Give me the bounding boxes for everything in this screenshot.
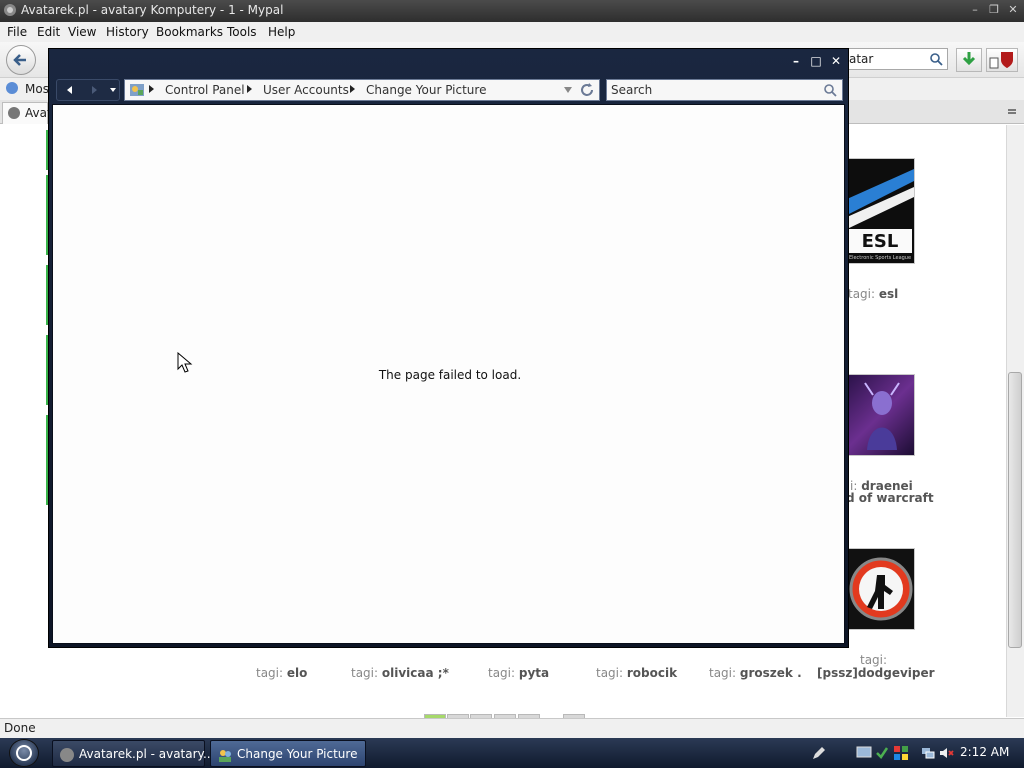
security-icon[interactable] — [893, 745, 909, 761]
magnifier-icon[interactable] — [929, 52, 943, 66]
menu-bar: File Edit View History Bookmarks Tools H… — [0, 22, 1024, 42]
explorer-back-icon[interactable] — [65, 85, 75, 95]
status-bar: Done — [0, 718, 1024, 738]
start-orb-icon — [16, 745, 32, 761]
esl-logo-subtext: Electronic Sports League — [849, 255, 911, 261]
search-bar-text: atar — [849, 52, 874, 66]
breadcrumb-separator-icon[interactable] — [247, 85, 252, 93]
breadcrumb-control-panel[interactable]: Control Panel — [165, 83, 245, 97]
tag-label-esl: tagi: esl — [848, 287, 899, 301]
breadcrumb-separator-icon[interactable] — [149, 85, 154, 93]
user-accounts-icon — [219, 750, 231, 762]
counter-strike-logo-icon — [849, 557, 913, 621]
breadcrumb-separator-icon[interactable] — [350, 85, 355, 93]
mypal-icon — [4, 4, 16, 16]
esl-logo: ESL Electronic Sports League — [847, 159, 914, 263]
control-panel-icon — [130, 84, 144, 96]
ublock-button[interactable] — [986, 48, 1018, 72]
window-minimize-icon[interactable]: – — [789, 54, 803, 68]
mouse-pointer-icon — [177, 352, 193, 373]
start-button[interactable] — [9, 739, 39, 767]
search-bar[interactable]: atar — [844, 48, 948, 70]
tab-favicon-icon — [8, 107, 20, 119]
network-icon[interactable] — [920, 745, 936, 761]
bookmark-icon — [6, 82, 18, 94]
minimize-icon[interactable]: – — [968, 3, 982, 17]
monitor-icon[interactable] — [856, 745, 872, 761]
search-icon[interactable] — [823, 83, 837, 97]
browser-app-icon — [60, 748, 74, 762]
tag-elo: tagi: elo — [256, 666, 308, 680]
breadcrumb-user-accounts[interactable]: User Accounts — [263, 83, 349, 97]
avatar-counter-strike-thumbnail[interactable] — [846, 548, 915, 630]
window-close-icon[interactable]: ✕ — [829, 54, 843, 68]
taskbar-button-change-picture[interactable]: Change Your Picture — [210, 740, 366, 767]
browser-title-bar: Avatarek.pl - avatary Komputery - 1 - My… — [0, 0, 1024, 22]
esl-logo-text: ESL — [862, 231, 899, 252]
download-button[interactable] — [956, 48, 982, 72]
recent-pages-dropdown-icon[interactable] — [109, 86, 117, 94]
address-dropdown-icon[interactable] — [563, 86, 573, 94]
system-clock: 2:12 AM — [960, 745, 1010, 759]
menu-tools[interactable]: Tools — [227, 25, 257, 39]
status-text: Done — [4, 721, 36, 735]
volume-muted-icon[interactable] — [938, 745, 954, 761]
menu-help[interactable]: Help — [268, 25, 295, 39]
explorer-search-box[interactable]: Search — [606, 79, 843, 101]
tag-robocik: tagi: robocik — [596, 666, 678, 680]
bookmark-label[interactable]: Mos — [25, 82, 49, 96]
tag-dodgeviper: [pssz]dodgeviper — [817, 666, 935, 680]
explorer-forward-icon[interactable] — [89, 85, 99, 95]
taskbar-change-picture-label: Change Your Picture — [237, 747, 358, 761]
download-arrow-icon — [962, 52, 976, 66]
close-icon[interactable]: ✕ — [1006, 3, 1020, 17]
tab-list-icon[interactable] — [1006, 106, 1018, 118]
menu-bookmarks[interactable]: Bookmarks — [156, 25, 223, 39]
menu-edit[interactable]: Edit — [37, 25, 60, 39]
error-message: The page failed to load. — [378, 368, 522, 382]
explorer-nav-buttons — [56, 79, 120, 101]
tag-value-warcraft: d of warcraft — [846, 491, 934, 505]
menu-history[interactable]: History — [106, 25, 149, 39]
search-placeholder: Search — [611, 83, 653, 97]
shield-icon — [989, 52, 1013, 69]
restore-icon[interactable]: ❐ — [987, 3, 1001, 17]
menu-file[interactable]: File — [7, 25, 27, 39]
checkmark-icon[interactable] — [875, 745, 889, 761]
taskbar-browser-label: Avatarek.pl - avatary... — [79, 747, 215, 761]
refresh-icon[interactable] — [579, 82, 595, 98]
browser-title: Avatarek.pl - avatary Komputery - 1 - My… — [21, 3, 284, 17]
pen-icon[interactable] — [811, 745, 827, 761]
browser-tab[interactable]: Avat — [2, 102, 52, 124]
menu-view[interactable]: View — [68, 25, 96, 39]
window-maximize-icon[interactable]: □ — [809, 54, 823, 68]
draenei-figure-icon — [864, 382, 900, 450]
breadcrumb-change-your-picture[interactable]: Change Your Picture — [366, 83, 486, 97]
avatar-esl-thumbnail[interactable]: ESL Electronic Sports League — [846, 158, 915, 264]
tag-pyta: tagi: pyta — [488, 666, 550, 680]
back-button[interactable] — [6, 45, 36, 75]
scroll-thumb[interactable] — [1008, 372, 1022, 648]
tag-groszek: tagi: groszek . — [709, 666, 802, 680]
tag-dodgeviper-label: tagi: — [860, 653, 888, 667]
tag-olivicaa: tagi: olivicaa ;* — [351, 666, 449, 680]
back-arrow-icon — [13, 54, 26, 66]
taskbar-button-browser[interactable]: Avatarek.pl - avatary... — [52, 740, 214, 767]
avatar-draenei-thumbnail[interactable] — [846, 374, 915, 456]
